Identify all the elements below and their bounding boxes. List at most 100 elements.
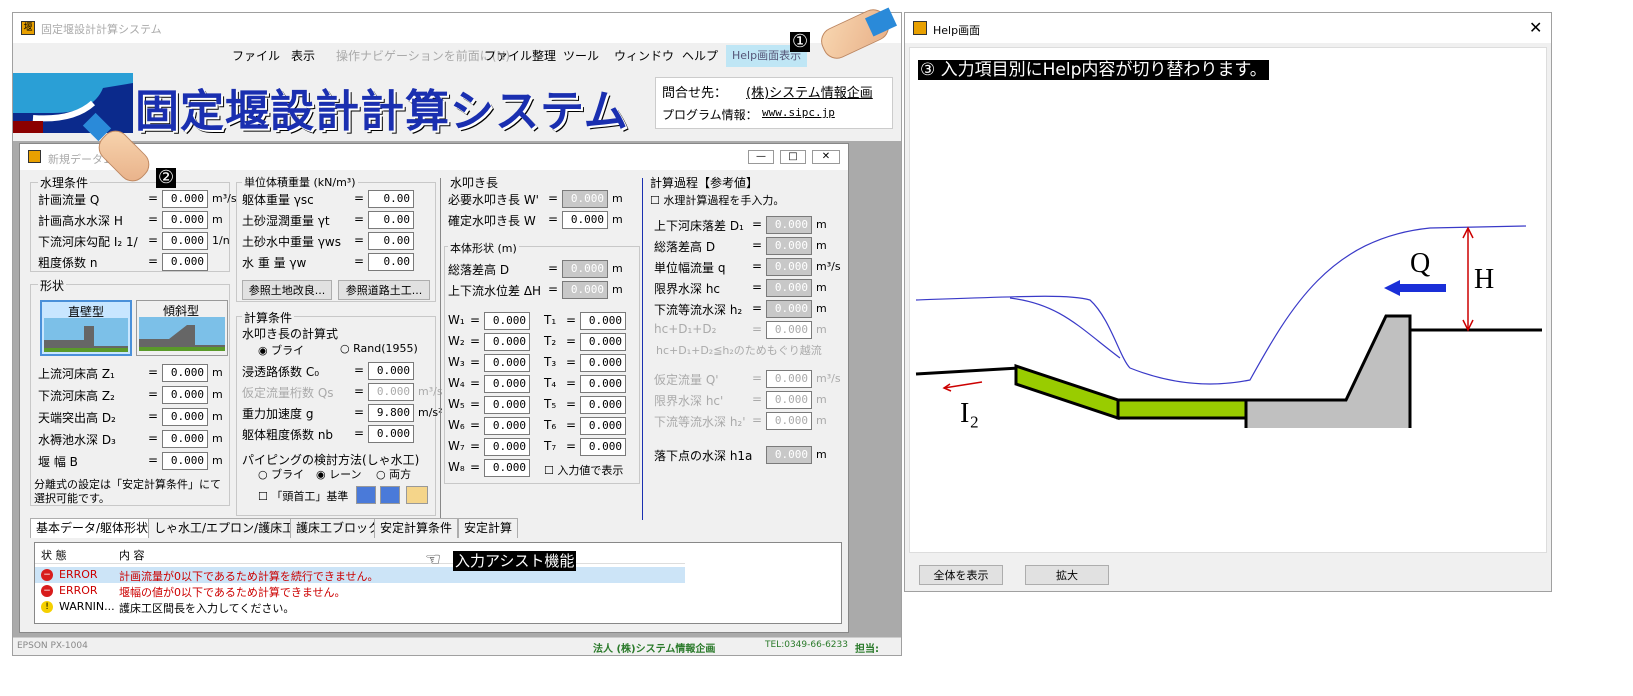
proc-field[interactable]: 0.000 <box>766 300 812 318</box>
radio-p1[interactable]: ○ ブライ <box>258 466 304 482</box>
tab-0[interactable]: 基本データ/躯体形状 <box>30 518 155 538</box>
ref-land-button[interactable]: 参照土地改良... <box>242 280 332 300</box>
proc-field[interactable]: 0.000 <box>766 321 812 339</box>
input-display-checkbox[interactable]: ☐ 入力値で表示 <box>544 462 623 478</box>
ref-road-button[interactable]: 参照道路土工... <box>338 280 430 300</box>
calc-field[interactable]: 9.800 <box>368 404 414 422</box>
calc-field[interactable]: 0.000 <box>368 362 414 380</box>
shape-vertical-button[interactable]: 直壁型 <box>40 300 132 356</box>
tab-1[interactable]: しゃ水工/エプロン/護床工 <box>148 518 301 538</box>
shape-label: 天端突出高 D₂ <box>38 411 116 425</box>
radio-bligh[interactable]: ◉ ブライ <box>258 342 304 358</box>
unitw-field[interactable]: 0.00 <box>368 253 414 271</box>
proc2-field[interactable]: 0.000 <box>766 391 812 409</box>
show-all-button[interactable]: 全体を表示 <box>919 565 1003 585</box>
unitw-label: 土砂湿潤重量 γt <box>242 214 330 228</box>
w-field[interactable]: 0.000 <box>484 354 530 372</box>
manual-input-checkbox[interactable]: ☐ 水理計算過程を手入力。 <box>650 192 784 208</box>
hydro-field[interactable]: 0.000 <box>162 253 208 271</box>
col4-divider <box>642 178 643 520</box>
menu-file-org[interactable]: ファイル整理 <box>484 47 556 64</box>
msg-col-content[interactable]: 内 容 <box>119 547 145 563</box>
proc-label: 単位幅流量 q <box>654 261 726 275</box>
radio-rand[interactable]: ○ Rand(1955) <box>340 342 418 355</box>
menu-help[interactable]: ヘルプ <box>682 47 718 64</box>
msg-row[interactable]: − ERROR 堰幅の値が0以下であるため計算できません。 <box>35 583 685 599</box>
info-link[interactable]: www.sipc.jp <box>762 106 835 119</box>
maximize-button[interactable]: □ <box>780 150 806 164</box>
w-field[interactable]: 0.000 <box>484 417 530 435</box>
t-field[interactable]: 0.000 <box>580 375 626 393</box>
tab-2[interactable]: 護床工ブロック <box>290 518 387 538</box>
w-field[interactable]: 0.000 <box>484 396 530 414</box>
message-list[interactable]: 状 態 内 容 − ERROR 計画流量が0以下であるため計算を続行できません。 − E… <box>34 542 842 624</box>
apron-field[interactable]: 0.000 <box>562 190 608 208</box>
calc-field[interactable]: 0.000 <box>368 383 414 401</box>
msg-row[interactable]: − ERROR 計画流量が0以下であるため計算を続行できません。 <box>35 567 685 583</box>
shape-field[interactable]: 0.000 <box>162 364 208 382</box>
hydro-field[interactable]: 0.000 <box>162 190 208 208</box>
shape-field[interactable]: 0.000 <box>162 386 208 404</box>
msg-col-status[interactable]: 状 態 <box>41 547 67 563</box>
calc-field[interactable]: 0.000 <box>368 425 414 443</box>
equals-sign: = <box>148 191 159 205</box>
hydro-field[interactable]: 0.000 <box>162 232 208 250</box>
t-field[interactable]: 0.000 <box>580 396 626 414</box>
close-button[interactable]: ✕ <box>812 150 840 164</box>
proc2-field[interactable]: 0.000 <box>766 370 812 388</box>
zoom-button[interactable]: 拡大 <box>1025 565 1109 585</box>
unitw-field[interactable]: 0.00 <box>368 190 414 208</box>
proc-field[interactable]: 0.000 <box>766 279 812 297</box>
apron-unit: m <box>612 192 623 205</box>
radio-p2[interactable]: ◉ レーン <box>316 466 362 482</box>
unitw-field[interactable]: 0.00 <box>368 211 414 229</box>
proc-label: 上下河床落差 D₁ <box>654 219 744 233</box>
w-field[interactable]: 0.000 <box>484 333 530 351</box>
unitw-field[interactable]: 0.00 <box>368 232 414 250</box>
w-field[interactable]: 0.000 <box>484 312 530 330</box>
apron-field[interactable]: 0.000 <box>562 211 608 229</box>
t-field[interactable]: 0.000 <box>580 438 626 456</box>
t-field[interactable]: 0.000 <box>580 312 626 330</box>
t-field[interactable]: 0.000 <box>580 417 626 435</box>
hydro-field[interactable]: 0.000 <box>162 211 208 229</box>
menu-view[interactable]: 表示 <box>291 47 315 64</box>
minimize-button[interactable]: — <box>748 150 774 164</box>
headworks-checkbox[interactable]: ☐ 「頭首工」基準 <box>258 488 348 504</box>
fall-depth-field[interactable]: 0.000 <box>766 446 812 464</box>
proc-field[interactable]: 0.000 <box>766 258 812 276</box>
proc2-field[interactable]: 0.000 <box>766 412 812 430</box>
menu-tools[interactable]: ツール <box>563 47 599 64</box>
proc-label: 総落差高 D <box>654 240 716 254</box>
book-icon-2[interactable] <box>380 486 400 504</box>
w-field[interactable]: 0.000 <box>484 459 530 477</box>
menu-window[interactable]: ウィンドウ <box>614 47 674 64</box>
w-field[interactable]: 0.000 <box>484 375 530 393</box>
w-field[interactable]: 0.000 <box>484 438 530 456</box>
body-field[interactable]: 0.000 <box>562 281 608 299</box>
help-titlebar[interactable]: Help画面 ✕ <box>905 13 1551 43</box>
shape-slope-button[interactable]: 傾斜型 <box>136 300 228 356</box>
proc-field[interactable]: 0.000 <box>766 237 812 255</box>
menu-file[interactable]: ファイル <box>232 47 280 64</box>
tab-4[interactable]: 安定計算 <box>458 518 519 538</box>
book-icon-1[interactable] <box>356 486 376 504</box>
unitw-label: 土砂水中重量 γws <box>242 235 341 249</box>
proc-field[interactable]: 0.000 <box>766 216 812 234</box>
help-close-button[interactable]: ✕ <box>1529 18 1542 37</box>
warning-icon: ! <box>41 601 53 613</box>
t-field[interactable]: 0.000 <box>580 354 626 372</box>
main-titlebar[interactable]: 堰 固定堰設計計算システム <box>13 13 901 43</box>
shape-field[interactable]: 0.000 <box>162 430 208 448</box>
t-label: T₂ <box>544 334 557 348</box>
contact-value[interactable]: (株)システム情報企画 <box>746 82 873 101</box>
body-field[interactable]: 0.000 <box>562 260 608 278</box>
shape-field[interactable]: 0.000 <box>162 452 208 470</box>
eraser-icon[interactable] <box>406 486 428 504</box>
hydro-label: 計画高水水深 H <box>38 214 123 228</box>
radio-p3[interactable]: ○ 両方 <box>376 466 411 482</box>
shape-field[interactable]: 0.000 <box>162 408 208 426</box>
t-field[interactable]: 0.000 <box>580 333 626 351</box>
tab-3[interactable]: 安定計算条件 <box>374 518 459 538</box>
msg-row[interactable]: ! WARNIN... 護床工区間長を入力してください。 <box>35 599 685 615</box>
